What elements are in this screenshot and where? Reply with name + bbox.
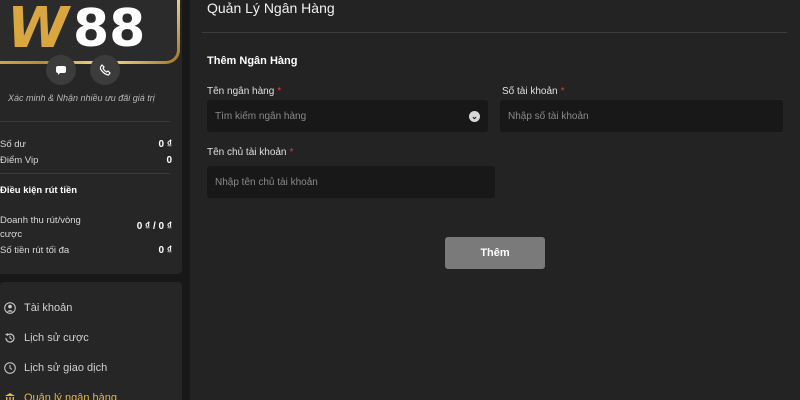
max-withdraw-value: 0 ₫: [158, 245, 172, 256]
chevron-down-icon[interactable]: ⌄: [469, 110, 480, 122]
add-bank-button[interactable]: Thêm: [445, 237, 545, 269]
menu-item-label: Tài khoản: [24, 302, 73, 314]
transaction-icon: [4, 362, 16, 374]
form-title: Thêm Ngân Hàng: [207, 55, 298, 67]
vip-value: 0: [166, 155, 172, 166]
logo-w: W: [7, 0, 69, 61]
withdraw-conditions-title: Điều kiện rút tiền: [0, 185, 78, 196]
page-title: Quản Lý Ngân Hàng: [207, 0, 335, 16]
vip-label: Điểm Vip: [0, 155, 39, 166]
logo-88: 88: [73, 0, 146, 59]
user-card: W 88 Xác minh & Nhận nhiều ưu đãi giá tr…: [0, 0, 182, 274]
verify-text[interactable]: Xác minh & Nhận nhiều ưu đãi giá trị: [8, 93, 188, 103]
balance-value: 0 ₫: [158, 139, 172, 150]
bank-icon: [4, 392, 16, 400]
max-withdraw-label: Số tiền rút tối đa: [0, 245, 70, 256]
main-panel: Quản Lý Ngân Hàng Thêm Ngân Hàng Tên ngâ…: [190, 0, 800, 400]
vip-row: Điểm Vip 0: [0, 155, 172, 166]
wager-label: Doanh thu rút/vòng cược: [0, 215, 81, 240]
account-number-input[interactable]: [500, 100, 783, 132]
title-divider: [202, 32, 787, 33]
required-mark: *: [560, 86, 565, 97]
menu-item-account[interactable]: Tài khoản: [4, 298, 72, 318]
bank-name-placeholder: Tìm kiếm ngân hàng: [215, 110, 307, 122]
account-number-label-text: Số tài khoản: [502, 86, 558, 97]
balance-label: Số dư: [0, 139, 26, 150]
bank-name-label: Tên ngân hàng *: [207, 86, 281, 97]
account-menu: Tài khoản Lịch sử cược Lịch sử giao dịch…: [0, 282, 182, 400]
divider: [0, 121, 170, 122]
chat-icon[interactable]: [46, 55, 76, 85]
menu-item-transaction-history[interactable]: Lịch sử giao dịch: [4, 358, 107, 378]
account-holder-label: Tên chủ tài khoản *: [207, 147, 293, 158]
menu-item-label: Lịch sử giao dịch: [24, 362, 108, 374]
account-holder-input[interactable]: [207, 166, 495, 198]
bank-name-select[interactable]: Tìm kiếm ngân hàng ⌄: [207, 100, 488, 132]
divider: [0, 173, 170, 174]
phone-icon[interactable]: [90, 55, 120, 85]
menu-item-label: Lịch sử cược: [24, 332, 89, 344]
menu-item-label: Quản lý ngân hàng: [24, 392, 117, 400]
balance-row: Số dư 0 ₫: [0, 139, 172, 150]
account-holder-label-text: Tên chủ tài khoản: [207, 147, 287, 158]
max-withdraw-row: Số tiền rút tối đa 0 ₫: [0, 245, 172, 256]
required-mark: *: [277, 86, 282, 97]
menu-item-bank-management[interactable]: Quản lý ngân hàng: [4, 388, 117, 400]
sidebar: W 88 Xác minh & Nhận nhiều ưu đãi giá tr…: [0, 0, 182, 400]
wager-value: 0 ₫ / 0 ₫: [136, 221, 172, 232]
history-icon: [4, 332, 16, 344]
bank-name-label-text: Tên ngân hàng: [207, 86, 275, 97]
user-icon: [4, 302, 16, 314]
verify-icons: [46, 55, 120, 85]
account-number-label: Số tài khoản *: [502, 86, 565, 97]
required-mark: *: [289, 147, 294, 158]
menu-item-bet-history[interactable]: Lịch sử cược: [4, 328, 89, 348]
